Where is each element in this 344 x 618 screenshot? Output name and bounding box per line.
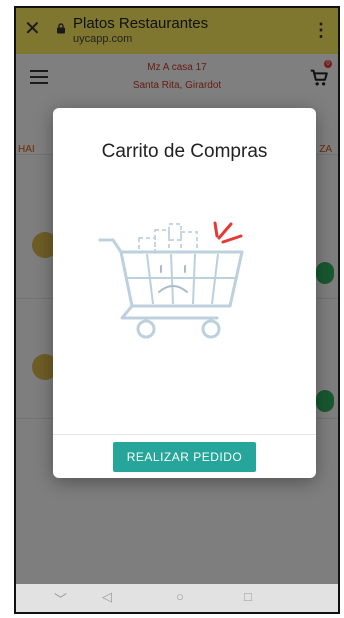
empty-cart-icon <box>98 221 244 339</box>
dialog-title: Carrito de Compras <box>101 141 268 162</box>
android-nav-bar: ﹀ ◁ ○ □ <box>16 584 338 612</box>
place-order-button[interactable]: REALIZAR PEDIDO <box>113 442 256 472</box>
home-icon[interactable]: ○ <box>176 589 184 604</box>
dialog-divider <box>53 434 316 435</box>
back-icon[interactable]: ◁ <box>102 589 112 605</box>
chevron-down-icon[interactable]: ﹀ <box>54 589 67 608</box>
cart-dialog: Carrito de Compras REALIZAR PEDIDO <box>53 108 316 478</box>
recents-icon[interactable]: □ <box>244 589 252 604</box>
